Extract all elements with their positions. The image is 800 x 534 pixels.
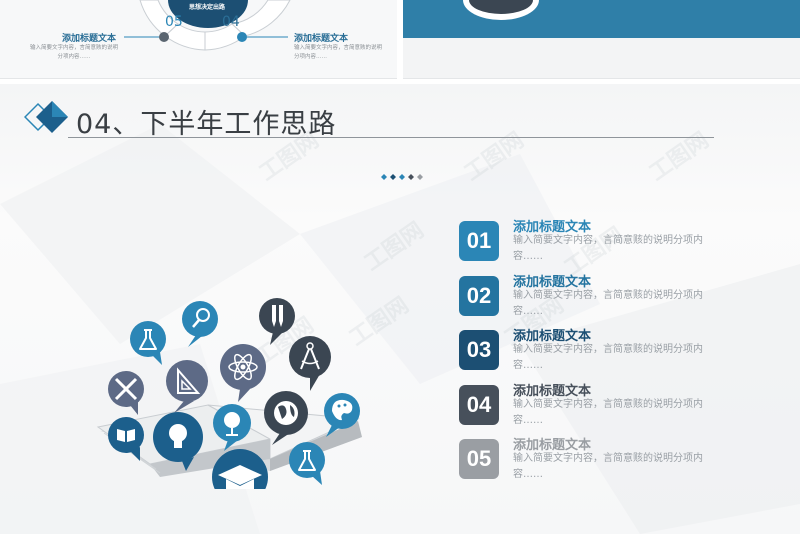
- flask-icon: [289, 442, 325, 485]
- compass-icon: [289, 336, 331, 391]
- left-item-desc: 输入简要文字内容，言简意赅的说明分项内容……: [29, 45, 118, 60]
- ruler-pencil-icon: [108, 371, 144, 415]
- item-description: 输入简要文字内容，言简意赅的说明分项内容……: [513, 235, 703, 262]
- right-item-desc: 输入简要文字内容，言简意赅的说明分项内容……: [294, 45, 383, 60]
- segment-number-04: 04: [222, 14, 240, 30]
- list-item: 05 添加标题文本 输入简要文字内容，言简意赅的说明分项内容……: [459, 434, 779, 484]
- title-diamond-icon: [24, 101, 68, 133]
- item-number-badge: 04: [459, 384, 499, 425]
- item-number-badge: 03: [459, 330, 499, 370]
- numbered-list: 01 添加标题文本 输入简要文字内容，言简意赅的说明分项内容…… 02 添加标题文本 输入…: [459, 216, 779, 486]
- right-item-title: 添加标题文本: [294, 34, 349, 44]
- title-divider: [68, 137, 714, 138]
- item-number-badge: 02: [459, 275, 499, 316]
- center-label: 思想决定出路: [188, 4, 225, 11]
- decorative-dots: [381, 174, 423, 180]
- section-title: 04、下半年工作思路: [76, 109, 337, 140]
- list-item: 02 添加标题文本 输入简要文字内容，言简意赅的说明分项内容……: [459, 271, 779, 321]
- main-slide: 工图网 工图网 工图网 工图网 工图网 工图网 工图网 工图网 04、下半年工作…: [0, 84, 800, 534]
- item-description: 输入简要文字内容，言简意赅的说明分项内容……: [513, 398, 703, 426]
- left-item-title: 添加标题文本: [62, 34, 117, 44]
- flask-icon: [130, 321, 166, 365]
- book-icon: [108, 417, 144, 461]
- list-item: 01 添加标题文本 输入简要文字内容，言简意赅的说明分项内容……: [459, 216, 779, 266]
- item-description: 输入简要文字内容，言简意赅的说明分项内容……: [513, 289, 703, 317]
- circle-emblem: [463, 0, 539, 20]
- segment-number-05: 05: [165, 14, 183, 30]
- item-number-badge: 05: [459, 439, 499, 479]
- item-description: 输入简要文字内容，言简意赅的说明分项内容……: [513, 453, 703, 480]
- magnifier-icon: [182, 301, 218, 347]
- item-description: 输入简要文字内容，言简意赅的说明分项内容……: [513, 344, 703, 371]
- pens-icon: [259, 298, 295, 345]
- item-number-badge: 01: [459, 221, 499, 261]
- triangle-ruler-icon: [166, 360, 208, 413]
- atom-icon: [220, 344, 266, 402]
- list-item: 04 添加标题文本 输入简要文字内容，言简意赅的说明分项内容……: [459, 380, 779, 430]
- list-item: 03 添加标题文本 输入简要文字内容，言简意赅的说明分项内容……: [459, 325, 779, 375]
- education-illustration: [96, 298, 362, 489]
- previous-slide-right: [403, 0, 800, 79]
- previous-slide-left: 思想决定出路 05 04 添加标题文本 输入简要文字内容，言简意赅的说明分项内容…: [0, 0, 397, 79]
